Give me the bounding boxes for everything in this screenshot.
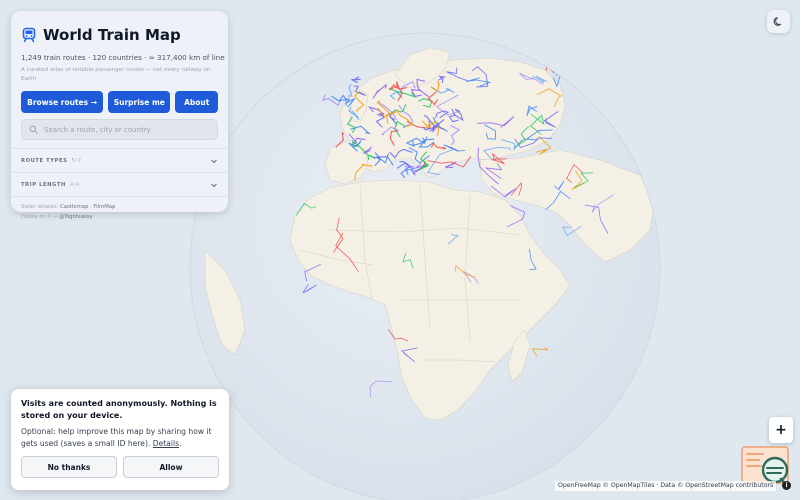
consent-buttons: No thanks Allow bbox=[21, 456, 219, 478]
follow-label: Follow on X → bbox=[21, 214, 58, 220]
chevron-down-icon[interactable] bbox=[210, 157, 218, 165]
no-thanks-button[interactable]: No thanks bbox=[21, 456, 117, 478]
route-types-count: 5/7 bbox=[71, 157, 82, 164]
side-panel: World Train Map 1,249 train routes · 120… bbox=[11, 11, 228, 220]
train-icon bbox=[22, 27, 36, 43]
info-icon[interactable]: i bbox=[782, 481, 791, 490]
chevron-down-icon[interactable] bbox=[210, 181, 218, 189]
allow-button[interactable]: Allow bbox=[123, 456, 219, 478]
consent-banner: Visits are counted anonymously. Nothing … bbox=[11, 389, 229, 490]
trip-length-filter[interactable]: TRIP LENGTH 4/4 bbox=[11, 172, 228, 196]
sister-atlases-links[interactable]: Castlemap · FilmMap bbox=[60, 204, 115, 210]
search-icon bbox=[29, 125, 38, 134]
follow-handle-link[interactable]: @flightsassy bbox=[59, 214, 93, 220]
route-types-label: ROUTE TYPES bbox=[21, 157, 68, 164]
app-description: A curated atlas of notable passenger rou… bbox=[21, 67, 211, 82]
map-attribution[interactable]: OpenFreeMap © OpenMapTiles · Data © Open… bbox=[555, 481, 777, 491]
zoom-in-button[interactable]: + bbox=[769, 417, 793, 443]
route-stats: 1,249 train routes · 120 countries · ≈ 3… bbox=[21, 53, 225, 62]
trip-length-count: 4/4 bbox=[69, 181, 81, 188]
search-box[interactable] bbox=[21, 119, 218, 140]
consent-title: Visits are counted anonymously. Nothing … bbox=[21, 399, 217, 420]
consent-details-link[interactable]: Details bbox=[153, 439, 179, 448]
panel-footer: Sister atlases: Castlemap · FilmMap Foll… bbox=[11, 196, 228, 222]
trip-length-label: TRIP LENGTH bbox=[21, 181, 66, 188]
about-button[interactable]: About bbox=[175, 91, 218, 113]
browse-routes-button[interactable]: Browse routes → bbox=[21, 91, 104, 113]
search-input[interactable] bbox=[44, 125, 214, 134]
consent-body: Optional: help improve this map by shari… bbox=[21, 427, 212, 448]
moon-icon bbox=[773, 17, 782, 26]
route-types-filter[interactable]: ROUTE TYPES 5/7 bbox=[11, 148, 228, 172]
sister-atlases-label: Sister atlases: bbox=[21, 204, 59, 210]
page-title: World Train Map bbox=[43, 26, 181, 44]
theme-toggle-button[interactable] bbox=[767, 10, 790, 33]
action-buttons: Browse routes → Surprise me About bbox=[21, 91, 218, 113]
surprise-me-button[interactable]: Surprise me bbox=[108, 91, 171, 113]
title-row: World Train Map bbox=[21, 20, 218, 50]
